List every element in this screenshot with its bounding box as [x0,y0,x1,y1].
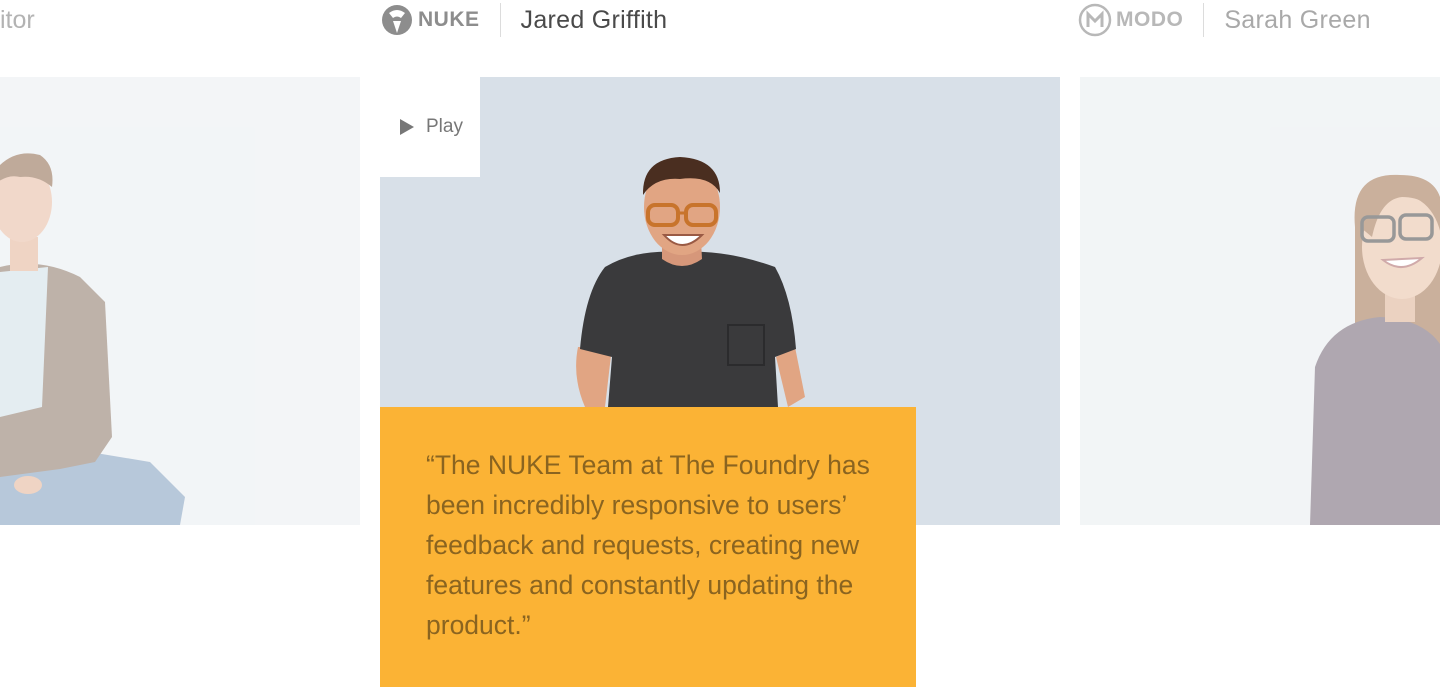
brand-name: MODO [1116,8,1184,31]
next-slide-photo[interactable] [1080,77,1440,525]
prev-slide[interactable]: itor [0,0,360,687]
modo-brand: MODO [1078,3,1183,37]
nuke-logo-icon [382,5,412,35]
person-photo [0,153,185,525]
brand-name: NUKE [418,8,480,31]
header-divider [499,3,501,37]
quote-text: “The NUKE Team at The Foundry has been i… [426,450,870,640]
person-photo [1310,174,1440,525]
modo-logo-icon [1078,3,1112,37]
prev-slide-title: itor [0,6,35,34]
person-name: Jared Griffith [520,5,668,34]
header-divider [1203,3,1205,37]
next-slide-header[interactable]: MODO Sarah Green [1078,0,1371,40]
prev-slide-photo [0,77,360,525]
nuke-brand: NUKE [380,3,480,37]
center-slide-header: NUKE Jared Griffith [380,0,667,40]
play-button[interactable]: Play [380,77,480,177]
play-icon [400,119,414,135]
quote-box: “The NUKE Team at The Foundry has been i… [380,407,916,687]
person-name: Sarah Green [1224,5,1371,34]
play-label: Play [426,116,463,137]
